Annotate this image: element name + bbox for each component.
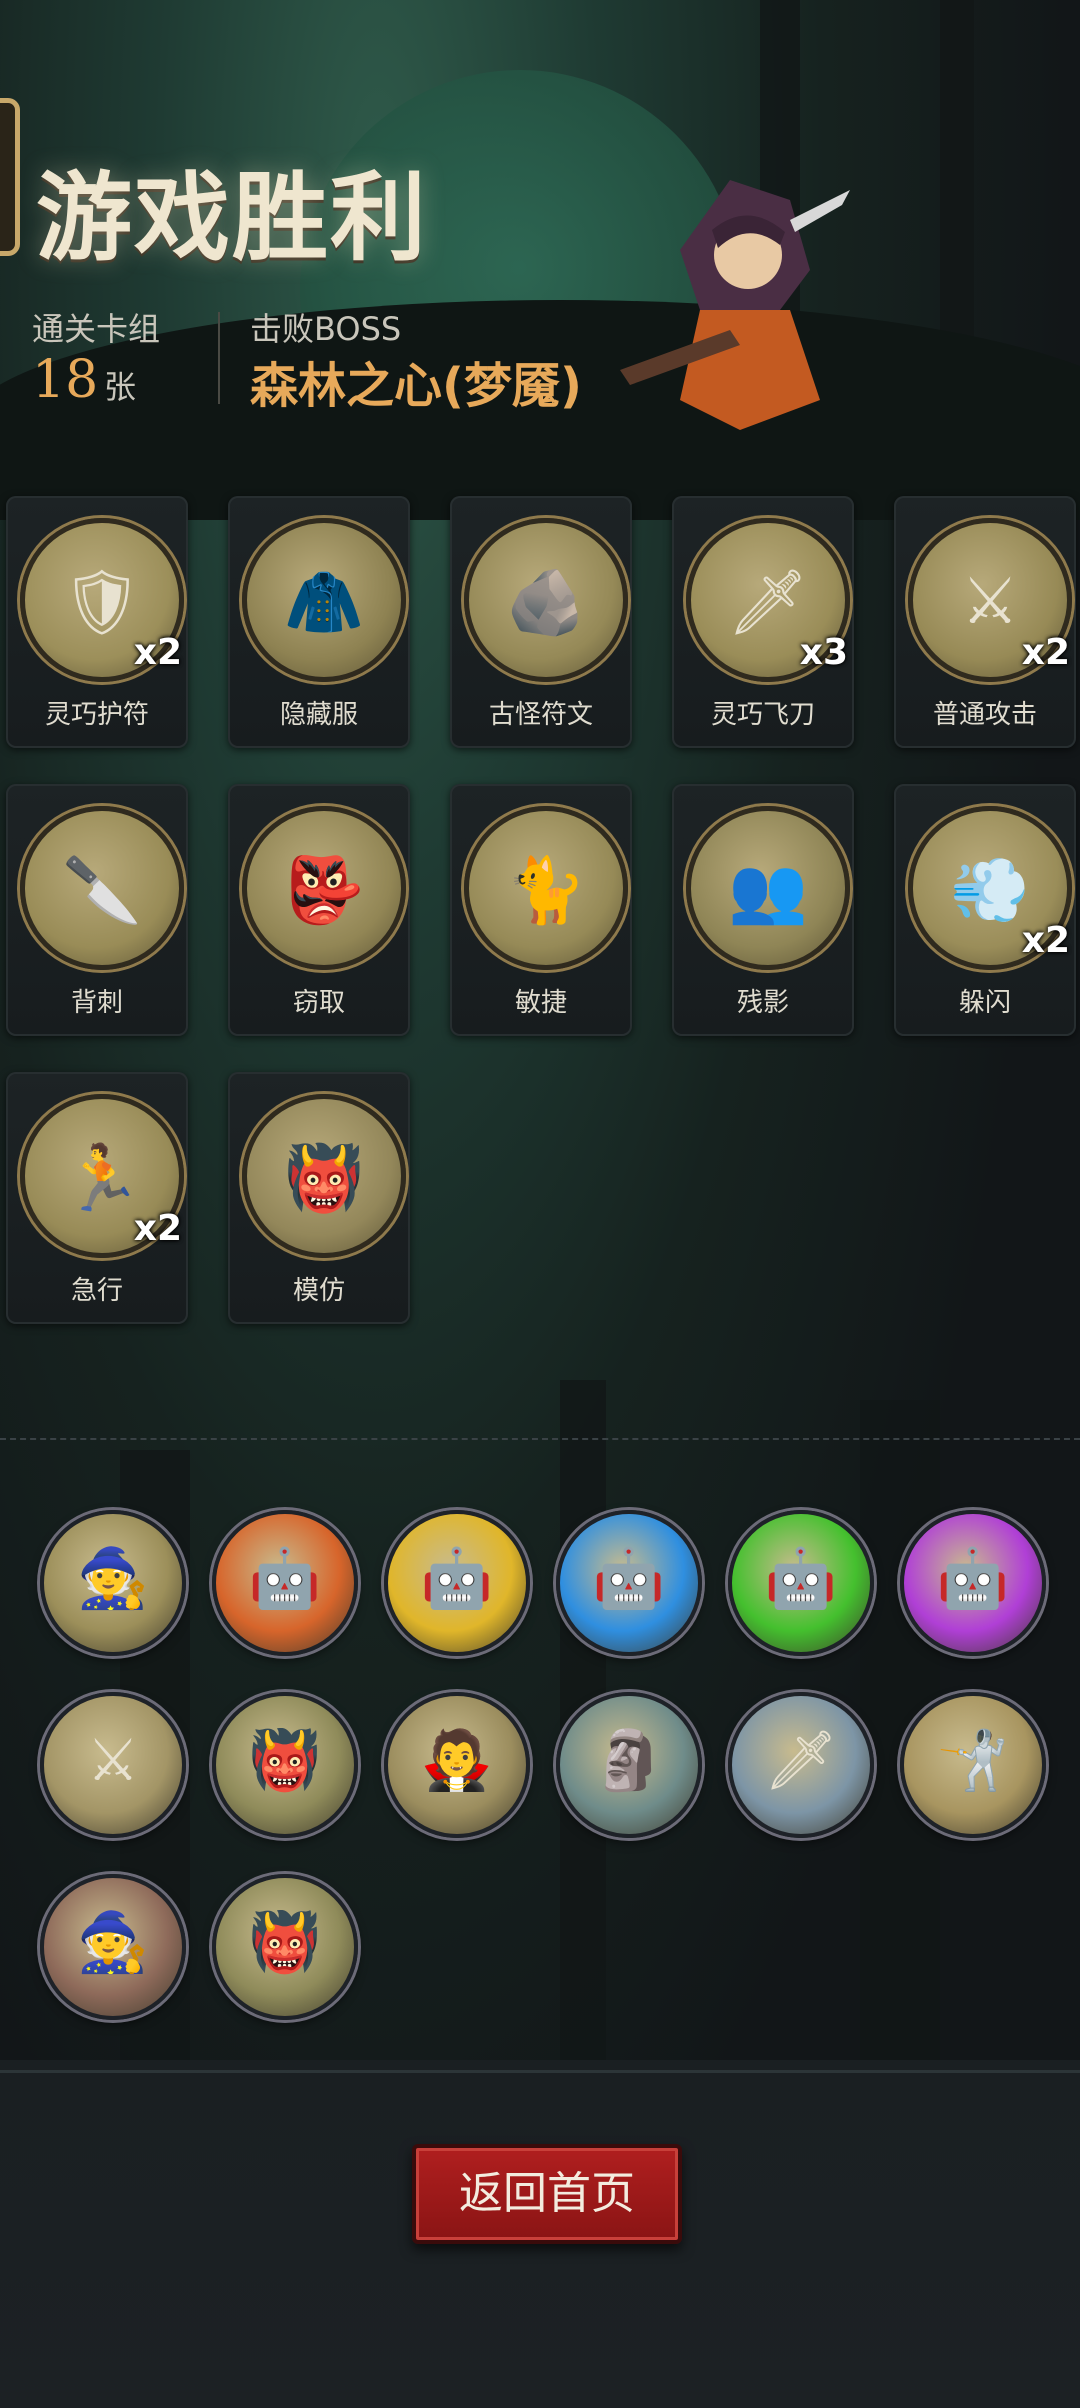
robot-blue-icon[interactable]: 🤖: [556, 1510, 702, 1656]
card-name: 灵巧飞刀: [710, 700, 815, 730]
hero-attack-icon[interactable]: 🤺: [900, 1692, 1046, 1838]
card-name: 模仿: [292, 1276, 345, 1306]
goblin-thief-icon: 👺: [242, 806, 406, 970]
card-11[interactable]: 🏃 急行 x2: [6, 1072, 188, 1324]
afterimage-icon: 👥: [686, 806, 850, 970]
robot-green-icon[interactable]: 🤖: [728, 1510, 874, 1656]
card-name: 普通攻击: [932, 700, 1037, 730]
card-count: x3: [799, 632, 848, 673]
card-name: 躲闪: [958, 988, 1011, 1018]
robot-purple-icon[interactable]: 🤖: [900, 1510, 1046, 1656]
red-wizard-icon[interactable]: 🧙: [40, 1874, 186, 2020]
hero-rogue-illustration: [620, 180, 850, 430]
backstab-icon: 🔪: [20, 806, 184, 970]
page-title: 游戏胜利: [36, 162, 428, 274]
panther-icon: 🐈: [464, 806, 628, 970]
card-6[interactable]: 🔪 背刺: [6, 784, 188, 1036]
vampire-icon[interactable]: 🧛: [384, 1692, 530, 1838]
card-10[interactable]: 💨 躲闪 x2: [894, 784, 1076, 1036]
boss-name: 森林之心(梦魇): [250, 358, 582, 414]
card-count: x2: [133, 1208, 182, 1249]
ogre-icon[interactable]: 👹: [212, 1692, 358, 1838]
robot-yellow-icon[interactable]: 🤖: [384, 1510, 530, 1656]
return-home-button[interactable]: 返回首页: [412, 2144, 682, 2244]
card-8[interactable]: 🐈 敏捷: [450, 784, 632, 1036]
card-count: x2: [1021, 920, 1070, 961]
title-badge: [0, 98, 20, 256]
deck-label: 通关卡组: [32, 310, 161, 348]
mimic-goblin-icon: 👹: [242, 1094, 406, 1258]
hooded-figure-icon[interactable]: 🧙: [40, 1510, 186, 1656]
rune-stone-icon: 🪨: [464, 518, 628, 682]
ogre-icon[interactable]: 👹: [212, 1874, 358, 2020]
dagger-icon[interactable]: 🗡: [728, 1692, 874, 1838]
deck-count: 18: [32, 350, 99, 410]
card-1[interactable]: 🛡 灵巧护符 x2: [6, 496, 188, 748]
boss-label: 击败BOSS: [250, 310, 402, 348]
golem-icon[interactable]: 🗿: [556, 1692, 702, 1838]
card-4[interactable]: 🗡 灵巧飞刀 x3: [672, 496, 854, 748]
card-3[interactable]: 🪨 古怪符文: [450, 496, 632, 748]
card-name: 急行: [70, 1276, 123, 1306]
robot-red-icon[interactable]: 🤖: [212, 1510, 358, 1656]
card-name: 敏捷: [514, 988, 567, 1018]
card-name: 背刺: [70, 988, 123, 1018]
card-name: 古怪符文: [488, 700, 593, 730]
card-name: 隐藏服: [279, 700, 358, 730]
section-divider: [0, 1438, 1080, 1440]
card-9[interactable]: 👥 残影: [672, 784, 854, 1036]
card-name: 残影: [736, 988, 789, 1018]
card-2[interactable]: 🧥 隐藏服: [228, 496, 410, 748]
hooded-cloak-icon: 🧥: [242, 518, 406, 682]
card-count: x2: [1021, 632, 1070, 673]
card-name: 窃取: [292, 988, 345, 1018]
warrior-icon[interactable]: ⚔: [40, 1692, 186, 1838]
card-name: 灵巧护符: [44, 700, 149, 730]
card-7[interactable]: 👺 窃取: [228, 784, 410, 1036]
card-count: x2: [133, 632, 182, 673]
card-5[interactable]: ⚔ 普通攻击 x2: [894, 496, 1076, 748]
card-12[interactable]: 👹 模仿: [228, 1072, 410, 1324]
deck-unit: 张: [104, 368, 137, 406]
